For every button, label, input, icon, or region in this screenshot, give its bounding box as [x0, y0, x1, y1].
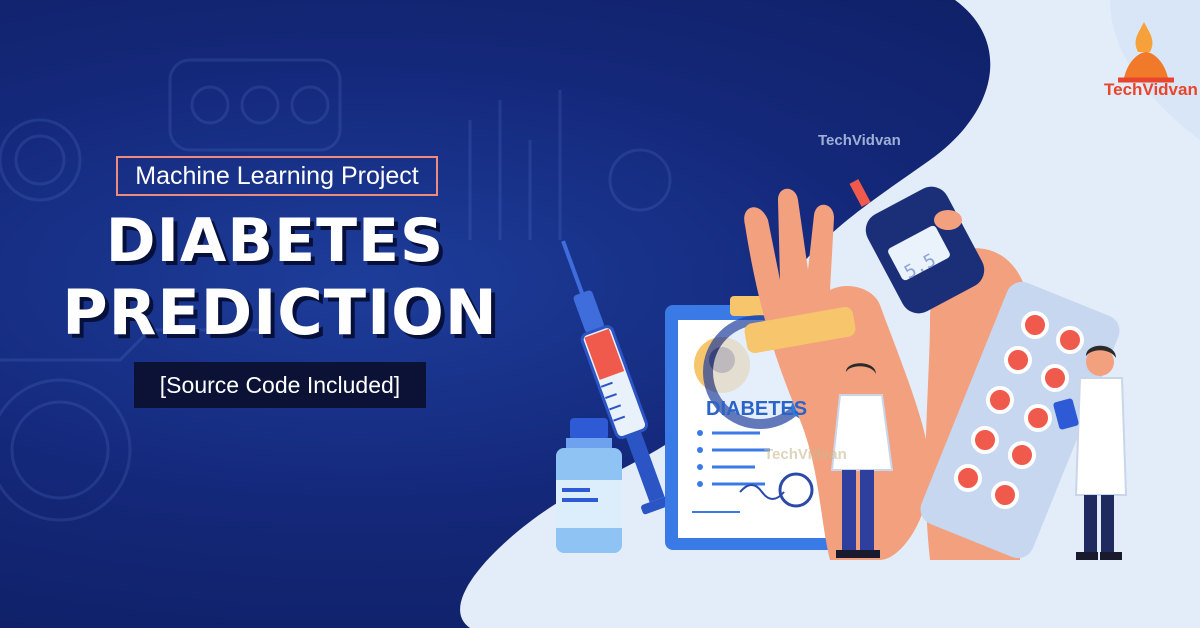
project-tag-text: Machine Learning Project	[135, 161, 419, 190]
headline-line-1: DIABETES	[105, 206, 445, 276]
brand-logo[interactable]: TechVidvan	[1104, 80, 1198, 100]
brand-logo-tech: Tech	[1104, 80, 1143, 99]
clipboard-label: DIABETES	[706, 398, 808, 420]
vial	[556, 418, 622, 553]
source-code-badge: [Source Code Included]	[134, 362, 426, 408]
headline-line-2: PREDICTION	[62, 276, 498, 349]
watermark-top: TechVidvan	[818, 132, 901, 149]
text-block: Machine Learning Project DIABETES PREDIC…	[0, 0, 560, 628]
brand-logo-vidvan: Vidvan	[1142, 80, 1198, 99]
project-tag: Machine Learning Project	[116, 156, 438, 196]
banner: Machine Learning Project DIABETES PREDIC…	[0, 0, 1200, 628]
watermark-bottom: TechVidvan	[764, 446, 847, 463]
source-code-text: [Source Code Included]	[159, 371, 401, 398]
